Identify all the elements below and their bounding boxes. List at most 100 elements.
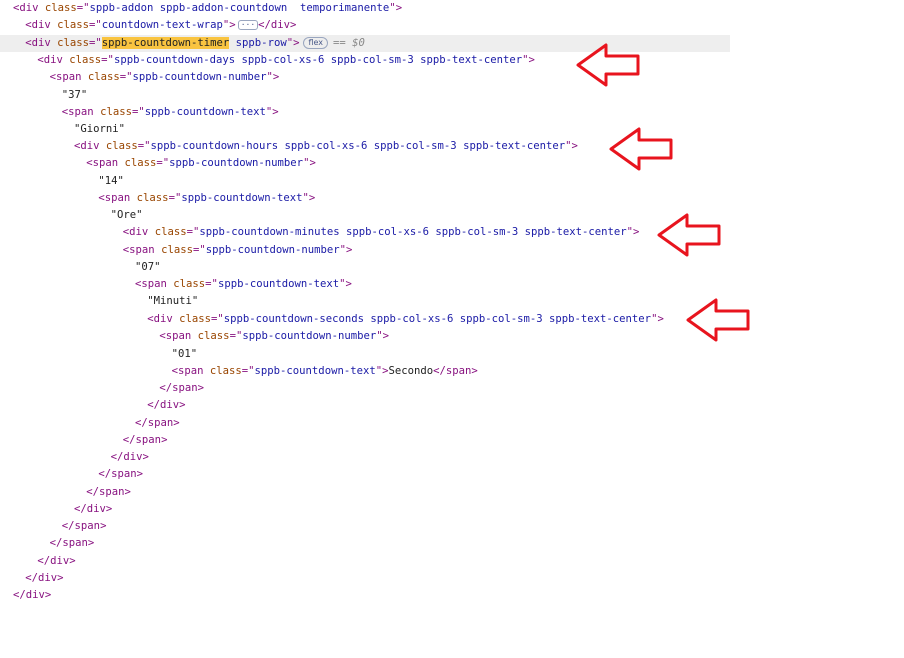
- attr-name: class: [154, 226, 187, 238]
- tag-token: <span: [171, 365, 210, 377]
- red-arrow-annotation: [686, 298, 750, 342]
- dom-node-row[interactable]: "01": [0, 346, 198, 363]
- tag-token: <span: [98, 192, 137, 204]
- text-node: Secondo: [388, 365, 434, 377]
- attr-value: sppb-countdown-text: [254, 365, 376, 377]
- tag-token: ">: [266, 71, 280, 83]
- tag-token: <div: [122, 226, 155, 238]
- dom-node-row[interactable]: <span class="sppb-countdown-number">: [0, 328, 389, 345]
- tag-token: =": [88, 19, 102, 31]
- dom-node-row[interactable]: <span class="sppb-countdown-text">: [0, 276, 352, 293]
- tag-token: =": [76, 2, 90, 14]
- dom-node-row[interactable]: </div>: [0, 587, 51, 604]
- text-node: "37": [61, 89, 88, 101]
- red-arrow-annotation: [657, 213, 721, 257]
- dom-node-row[interactable]: <div class="sppb-addon sppb-addon-countd…: [0, 0, 402, 17]
- dom-node-row[interactable]: "37": [0, 87, 88, 104]
- tag-token: </span>: [98, 468, 144, 480]
- dom-node-row[interactable]: <span class="sppb-countdown-text">: [0, 190, 315, 207]
- dom-node-row[interactable]: <div class="sppb-countdown-minutes sppb-…: [0, 224, 640, 241]
- dom-node-row[interactable]: </span>: [0, 466, 143, 483]
- tag-token: ">: [522, 54, 535, 66]
- dom-node-row[interactable]: </div>: [0, 553, 76, 570]
- dom-node-row[interactable]: </span>: [0, 415, 180, 432]
- attr-name: class: [44, 2, 77, 14]
- tag-token: =": [205, 278, 218, 290]
- tag-token: =": [210, 313, 224, 325]
- tag-token: <div: [74, 140, 106, 152]
- attr-value: sppb-countdown-number: [205, 244, 340, 256]
- dom-node-row[interactable]: "Giorni": [0, 121, 125, 138]
- tag-token: </div>: [13, 589, 52, 601]
- tag-token: </div>: [258, 19, 297, 31]
- flex-badge[interactable]: flex: [303, 37, 329, 49]
- attr-name: class: [69, 54, 102, 66]
- attr-value: sppb-countdown-text: [181, 192, 303, 204]
- dom-node-row[interactable]: </span>: [0, 484, 131, 501]
- dom-node-row[interactable]: <div class="countdown-text-wrap"> ··· </di…: [0, 17, 296, 34]
- dom-node-row[interactable]: <span class="sppb-countdown-number">: [0, 155, 316, 172]
- tag-token: <div: [13, 2, 45, 14]
- tag-token: <div: [147, 313, 180, 325]
- attr-name: class: [136, 192, 169, 204]
- attr-name: class: [57, 19, 89, 31]
- text-node: "Giorni": [74, 123, 126, 135]
- text-node: "07": [135, 261, 161, 273]
- tag-token: <span: [159, 330, 198, 342]
- dom-node-row[interactable]: <div class="sppb-countdown-days sppb-col…: [0, 52, 535, 69]
- attr-name: class: [57, 37, 89, 49]
- dom-node-row[interactable]: </span>: [0, 535, 95, 552]
- dom-node-row[interactable]: </div>: [0, 449, 149, 466]
- tag-token: </span>: [49, 537, 95, 549]
- dom-node-row[interactable]: </div>: [0, 397, 185, 414]
- dom-node-row[interactable]: "14": [0, 173, 124, 190]
- tag-token: </span>: [122, 434, 168, 446]
- dom-node-row[interactable]: "Ore": [0, 207, 143, 224]
- attr-value: countdown-text-wrap: [101, 19, 223, 31]
- dom-node-row[interactable]: </span>: [0, 518, 107, 535]
- dom-node-row[interactable]: <span class="sppb-countdown-number">: [0, 242, 353, 259]
- text-node: "01": [171, 348, 198, 360]
- dom-node-row[interactable]: <div class="sppb-countdown-timer sppb-ro…: [0, 35, 731, 52]
- dom-node-row[interactable]: <span class="sppb-countdown-number">: [0, 69, 280, 86]
- attr-value: sppb-countdown-hours sppb-col-xs-6 sppb-…: [150, 140, 566, 152]
- tag-token: =": [229, 330, 243, 342]
- dom-node-row[interactable]: <div class="sppb-countdown-seconds sppb-…: [0, 311, 664, 328]
- dom-node-row[interactable]: </span>: [0, 380, 204, 397]
- tag-token: ">: [222, 19, 236, 31]
- tag-token: ">: [302, 192, 316, 204]
- tag-token: </div>: [37, 555, 76, 567]
- attr-value: sppb-countdown-minutes sppb-col-xs-6 spp…: [199, 226, 627, 238]
- text-node: "Ore": [110, 209, 143, 221]
- red-arrow-annotation: [609, 127, 673, 171]
- dom-node-row[interactable]: </span>: [0, 432, 168, 449]
- text-node: "14": [98, 175, 124, 187]
- tag-token: ">: [626, 226, 640, 238]
- tag-token: ">: [375, 365, 389, 377]
- attr-value: sppb-row: [229, 37, 287, 49]
- tag-token: <div: [25, 37, 58, 49]
- dom-node-row[interactable]: "07": [0, 259, 161, 276]
- attr-name: class: [209, 365, 242, 377]
- dom-node-row[interactable]: </div>: [0, 501, 112, 518]
- ellipsis-button[interactable]: ···: [237, 20, 259, 30]
- attr-value: sppb-addon sppb-addon-countdown temporim…: [89, 2, 390, 14]
- tag-token: <span: [135, 278, 174, 290]
- attr-value: sppb-countdown-seconds sppb-col-xs-6 spp…: [223, 313, 652, 325]
- tag-token: <span: [122, 244, 162, 256]
- tag-token: =": [156, 157, 170, 169]
- tag-token: </span>: [61, 520, 107, 532]
- dom-node-row[interactable]: <span class="sppb-countdown-text">Second…: [0, 363, 478, 380]
- tag-token: =": [101, 54, 114, 66]
- dom-node-row[interactable]: <span class="sppb-countdown-text">: [0, 104, 279, 121]
- attr-name: class: [179, 313, 211, 325]
- tag-token: </div>: [25, 572, 64, 584]
- dom-node-row[interactable]: </div>: [0, 570, 63, 587]
- tag-token: </div>: [74, 503, 113, 515]
- tag-token: ">: [339, 244, 353, 256]
- tag-token: =": [192, 244, 206, 256]
- dom-node-row[interactable]: "Minuti": [0, 293, 198, 310]
- dom-node-row[interactable]: <div class="sppb-countdown-hours sppb-co…: [0, 138, 578, 155]
- tag-token: =": [131, 106, 145, 118]
- search-highlight: sppb-countdown-timer: [101, 37, 230, 49]
